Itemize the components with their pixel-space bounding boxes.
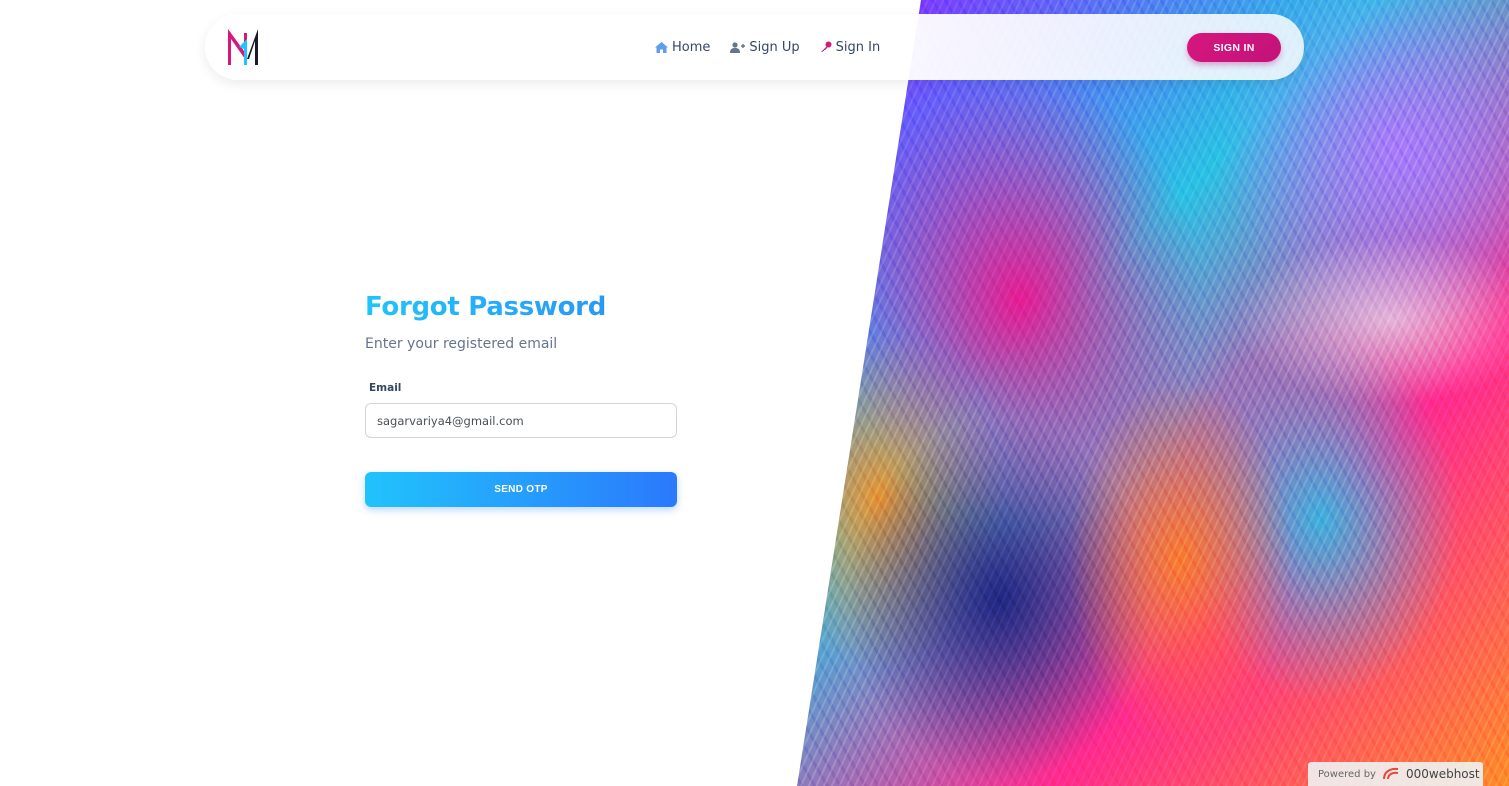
art-stripes (797, 0, 1509, 786)
nav-signup-label: Sign Up (749, 39, 800, 55)
background-art (797, 0, 1509, 786)
send-otp-button[interactable]: SEND OTP (365, 472, 677, 507)
page-title: Forgot Password (365, 292, 677, 322)
webhost-logo-icon (1382, 767, 1399, 780)
nav-home-label: Home (672, 39, 711, 55)
email-field[interactable] (365, 403, 677, 438)
logo-icon[interactable] (225, 25, 261, 69)
navbar: Home Sign Up Sign In SIGN IN (205, 14, 1304, 80)
nav-signup[interactable]: Sign Up (730, 39, 800, 55)
key-icon (820, 41, 832, 52)
nav-signin[interactable]: Sign In (820, 39, 881, 55)
email-label: Email (369, 382, 402, 394)
forgot-password-form: Forgot Password Enter your registered em… (365, 292, 677, 507)
nav-links: Home Sign Up Sign In (655, 14, 880, 80)
powered-by-label: Powered by (1318, 768, 1376, 780)
webhost-brand: 000webhost (1405, 767, 1480, 781)
signin-button[interactable]: SIGN IN (1187, 33, 1281, 62)
powered-by-badge[interactable]: Powered by 000webhost (1308, 762, 1483, 786)
home-icon (655, 41, 668, 53)
user-plus-icon (730, 41, 746, 53)
page-subtitle: Enter your registered email (365, 336, 558, 352)
nav-home[interactable]: Home (655, 40, 710, 55)
nav-signin-label: Sign In (835, 39, 881, 55)
